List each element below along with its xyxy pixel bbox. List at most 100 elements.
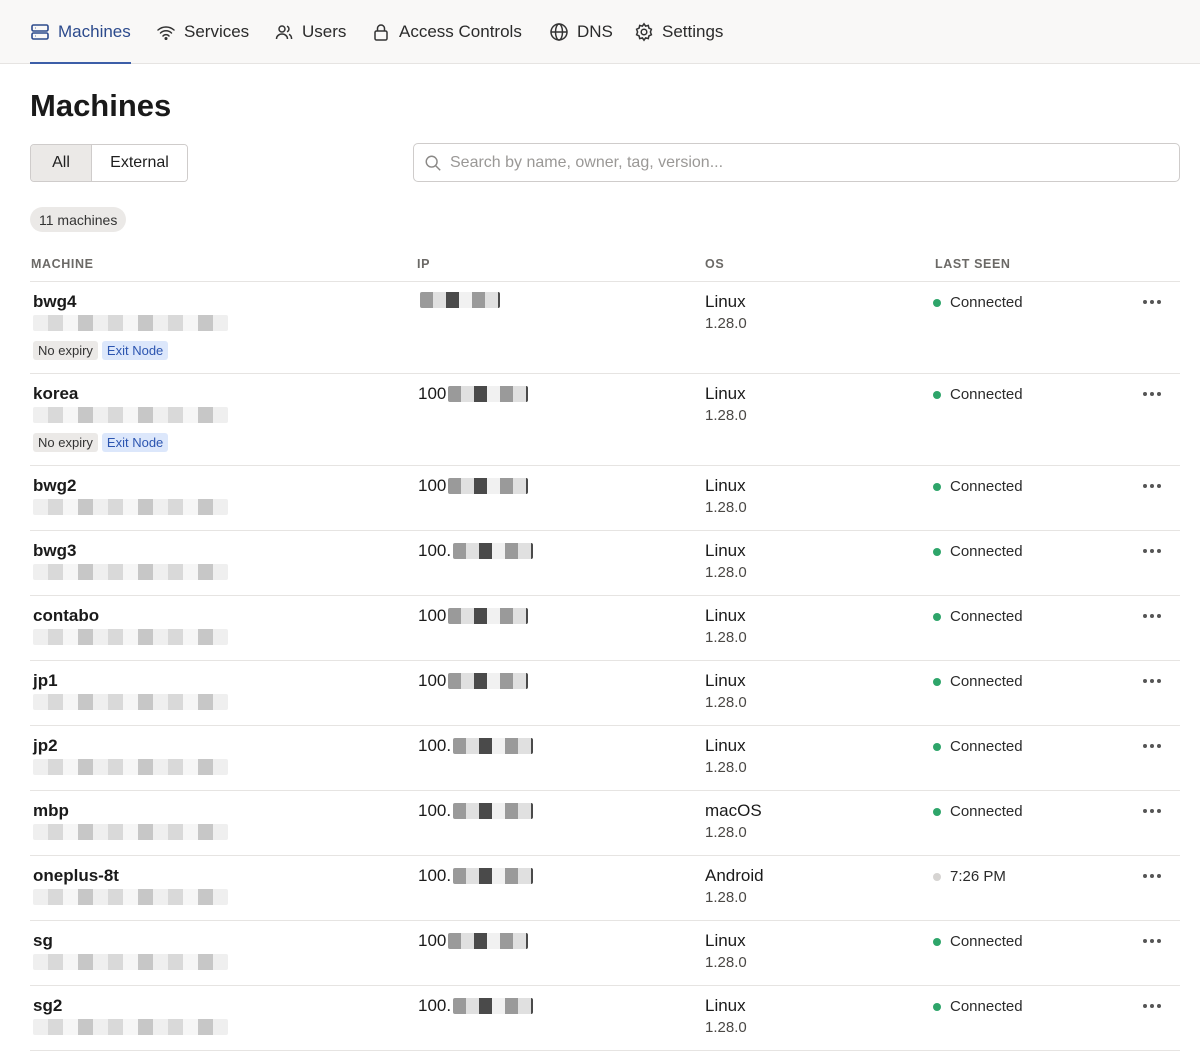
machine-version: 1.28.0	[705, 629, 747, 646]
ip-prefix: 100.	[418, 996, 452, 1015]
machine-name[interactable]: oneplus-8t	[33, 866, 119, 886]
ellipsis-icon	[1143, 1004, 1147, 1008]
machine-name[interactable]: bwg4	[33, 292, 76, 312]
machine-ip[interactable]	[418, 292, 500, 308]
table-row[interactable]: korea No expiry Exit Node 100 Linux 1.28.0 Con…	[30, 374, 1180, 466]
last-seen: Connected	[933, 803, 1023, 820]
last-seen-text: Connected	[950, 543, 1023, 560]
machine-owner-redacted	[33, 694, 228, 710]
machine-name[interactable]: sg	[33, 931, 53, 951]
status-dot	[933, 1002, 941, 1011]
table-row[interactable]: jp1 100 Linux 1.28.0 Connected	[30, 661, 1180, 726]
last-seen: Connected	[933, 608, 1023, 625]
ellipsis-icon	[1143, 874, 1147, 878]
more-options-button[interactable]	[1138, 671, 1166, 691]
table-row[interactable]: bwg4 No expiry Exit Node Linux 1.28.0 Connect…	[30, 282, 1180, 374]
search-input[interactable]	[450, 153, 1150, 172]
machine-owner-redacted	[33, 629, 228, 645]
machine-ip[interactable]: 100.	[418, 541, 534, 561]
machine-owner-redacted	[33, 564, 228, 580]
more-options-button[interactable]	[1138, 866, 1166, 886]
column-header-machine: MACHINE	[31, 257, 94, 271]
more-options-button[interactable]	[1138, 541, 1166, 561]
machine-ip[interactable]: 100	[418, 384, 529, 404]
filter-external-button[interactable]: External	[92, 145, 187, 181]
status-dot	[933, 742, 941, 751]
users-icon	[275, 25, 293, 40]
no-expiry-badge: No expiry	[33, 341, 98, 360]
status-dot	[933, 390, 941, 399]
machine-name[interactable]: mbp	[33, 801, 69, 821]
more-options-button[interactable]	[1138, 606, 1166, 626]
machine-os: Linux	[705, 996, 746, 1015]
table-row[interactable]: contabo 100 Linux 1.28.0 Connected	[30, 596, 1180, 661]
machine-ip[interactable]: 100	[418, 606, 529, 626]
status-dot	[933, 482, 941, 491]
ellipsis-icon	[1143, 809, 1147, 813]
machine-owner-redacted	[33, 407, 228, 423]
machine-os: Linux	[705, 606, 746, 625]
ip-redacted	[448, 673, 529, 689]
machine-name[interactable]: jp1	[33, 671, 58, 691]
tab-settings[interactable]: Settings	[634, 0, 723, 64]
machine-ip[interactable]: 100.	[418, 996, 534, 1016]
more-options-button[interactable]	[1138, 384, 1166, 404]
ip-prefix: 100	[418, 931, 447, 950]
search-icon	[425, 155, 441, 171]
tab-services[interactable]: Services	[156, 0, 249, 64]
last-seen: 7:26 PM	[933, 868, 1006, 885]
more-options-button[interactable]	[1138, 736, 1166, 756]
ip-prefix: 100	[418, 476, 447, 495]
machine-ip[interactable]: 100	[418, 476, 529, 496]
status-dot	[933, 937, 941, 946]
table-row[interactable]: bwg3 100. Linux 1.28.0 Connected	[30, 531, 1180, 596]
machine-os: Linux	[705, 541, 746, 560]
tab-label: Machines	[58, 22, 131, 41]
no-expiry-badge: No expiry	[33, 433, 98, 452]
tab-machines[interactable]: Machines	[30, 0, 131, 64]
tab-access-controls[interactable]: Access Controls	[371, 0, 522, 64]
machine-version: 1.28.0	[705, 315, 747, 332]
tab-dns[interactable]: DNS	[549, 0, 613, 64]
more-options-button[interactable]	[1138, 292, 1166, 312]
ip-prefix: 100.	[418, 866, 452, 885]
table-row[interactable]: sg 100 Linux 1.28.0 Connected	[30, 921, 1180, 986]
table-row[interactable]: mbp 100. macOS 1.28.0 Connected	[30, 791, 1180, 856]
machine-name[interactable]: contabo	[33, 606, 99, 626]
table-row[interactable]: bwg2 100 Linux 1.28.0 Connected	[30, 466, 1180, 531]
tab-users[interactable]: Users	[274, 0, 346, 64]
ip-prefix: 100	[418, 606, 447, 625]
column-header-ip: IP	[417, 257, 431, 271]
more-options-button[interactable]	[1138, 801, 1166, 821]
ellipsis-icon	[1143, 549, 1147, 553]
machine-version: 1.28.0	[705, 407, 747, 424]
status-dot	[933, 612, 941, 621]
ellipsis-icon	[1143, 300, 1147, 304]
machine-owner-redacted	[33, 954, 228, 970]
machine-ip[interactable]: 100	[418, 931, 529, 951]
machine-ip[interactable]: 100.	[418, 736, 534, 756]
ip-redacted	[448, 933, 529, 949]
machine-name[interactable]: sg2	[33, 996, 62, 1016]
table-row[interactable]: jp2 100. Linux 1.28.0 Connected	[30, 726, 1180, 791]
more-options-button[interactable]	[1138, 476, 1166, 496]
filter-all-button[interactable]: All	[31, 145, 92, 181]
ip-redacted	[453, 868, 534, 884]
status-dot	[933, 677, 941, 686]
machine-ip[interactable]: 100	[418, 671, 529, 691]
machine-ip[interactable]: 100.	[418, 866, 534, 886]
more-options-button[interactable]	[1138, 931, 1166, 951]
more-options-button[interactable]	[1138, 996, 1166, 1016]
machine-name[interactable]: bwg2	[33, 476, 76, 496]
search-box[interactable]	[413, 143, 1180, 182]
table-row[interactable]: sg2 100. Linux 1.28.0 Connected	[30, 986, 1180, 1051]
table-row[interactable]: oneplus-8t 100. Android 1.28.0 7:26 PM	[30, 856, 1180, 921]
machine-name[interactable]: bwg3	[33, 541, 76, 561]
machine-os: Linux	[705, 671, 746, 690]
machine-name[interactable]: jp2	[33, 736, 58, 756]
ip-redacted	[453, 738, 534, 754]
machine-filter: All External	[30, 144, 188, 182]
exit-node-badge: Exit Node	[101, 433, 169, 452]
machine-name[interactable]: korea	[33, 384, 78, 404]
machine-ip[interactable]: 100.	[418, 801, 534, 821]
